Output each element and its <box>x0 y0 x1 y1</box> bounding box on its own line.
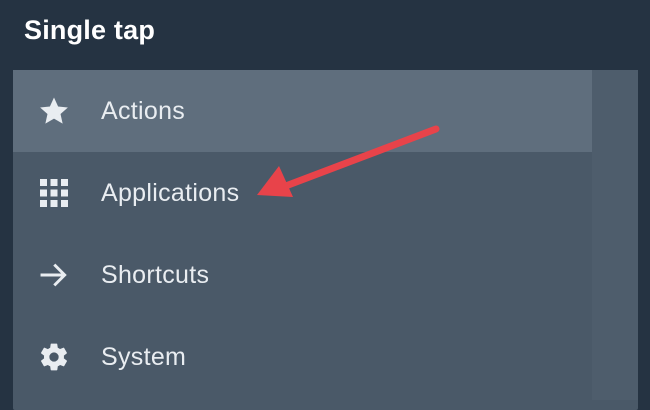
menu-item-system[interactable]: System <box>13 316 592 398</box>
arrow-right-icon <box>37 258 71 292</box>
menu-item-applications[interactable]: Applications <box>13 152 592 234</box>
scrollbar-track[interactable] <box>592 70 638 400</box>
menu-item-actions[interactable]: Actions <box>13 70 592 152</box>
menu-list: Actions Applications Shortcuts System <box>13 70 592 398</box>
menu-item-label: Shortcuts <box>101 260 210 289</box>
menu-item-label: Applications <box>101 178 240 207</box>
menu-item-label: System <box>101 342 187 371</box>
grid-icon <box>37 176 71 210</box>
page-title: Single tap <box>24 15 156 45</box>
star-icon <box>37 94 71 128</box>
menu-item-shortcuts[interactable]: Shortcuts <box>13 234 592 316</box>
menu-item-label: Actions <box>101 96 186 125</box>
gear-icon <box>37 340 71 374</box>
